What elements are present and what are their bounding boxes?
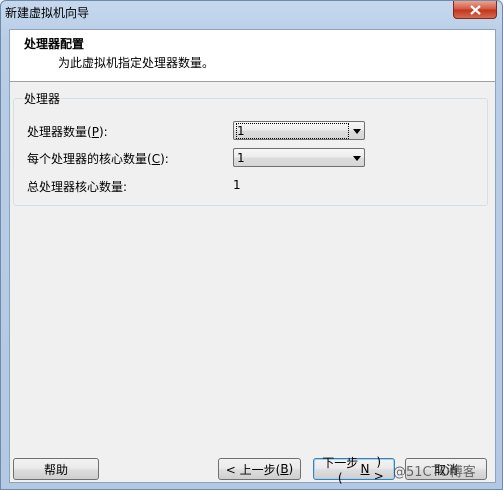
page-subtitle: 为此虚拟机指定处理器数量。	[58, 56, 215, 70]
page-title: 处理器配置	[24, 37, 85, 51]
next-button[interactable]: 下一步(N) >	[313, 455, 395, 485]
processor-group: 处理器 处理器数量(P): 1 每个处理器的核心数量(C): 1 总处理器核心数…	[13, 90, 488, 206]
processor-group-label: 处理器	[23, 90, 62, 107]
dialog-content: 处理器配置 为此虚拟机指定处理器数量。 处理器 处理器数量(P): 1 每个处理…	[9, 29, 496, 485]
wizard-header: 处理器配置 为此虚拟机指定处理器数量。	[10, 30, 495, 82]
cores-per-processor-value: 1	[237, 151, 245, 165]
cores-per-processor-select[interactable]: 1	[233, 148, 365, 167]
processor-count-label: 处理器数量(P):	[27, 125, 108, 139]
back-button[interactable]: < 上一步(B)	[218, 458, 301, 480]
close-icon	[469, 4, 481, 15]
chevron-down-icon	[353, 156, 361, 161]
cores-per-processor-label: 每个处理器的核心数量(C):	[27, 152, 169, 166]
window-title: 新建虚拟机向导	[5, 6, 90, 20]
chevron-down-icon	[353, 129, 361, 134]
watermark: @51CTO博客	[393, 465, 476, 480]
total-cores-value: 1	[233, 178, 241, 192]
processor-count-value: 1	[236, 123, 349, 139]
title-bar[interactable]: 新建虚拟机向导	[1, 1, 502, 23]
total-cores-label: 总处理器核心数量:	[27, 180, 128, 194]
help-button[interactable]: 帮助	[13, 458, 99, 480]
processor-count-select[interactable]: 1	[233, 121, 365, 140]
wizard-window: 新建虚拟机向导 处理器配置 为此虚拟机指定处理器数量。 处理器 处理器数量(P)…	[0, 0, 503, 490]
close-button[interactable]	[453, 1, 497, 19]
